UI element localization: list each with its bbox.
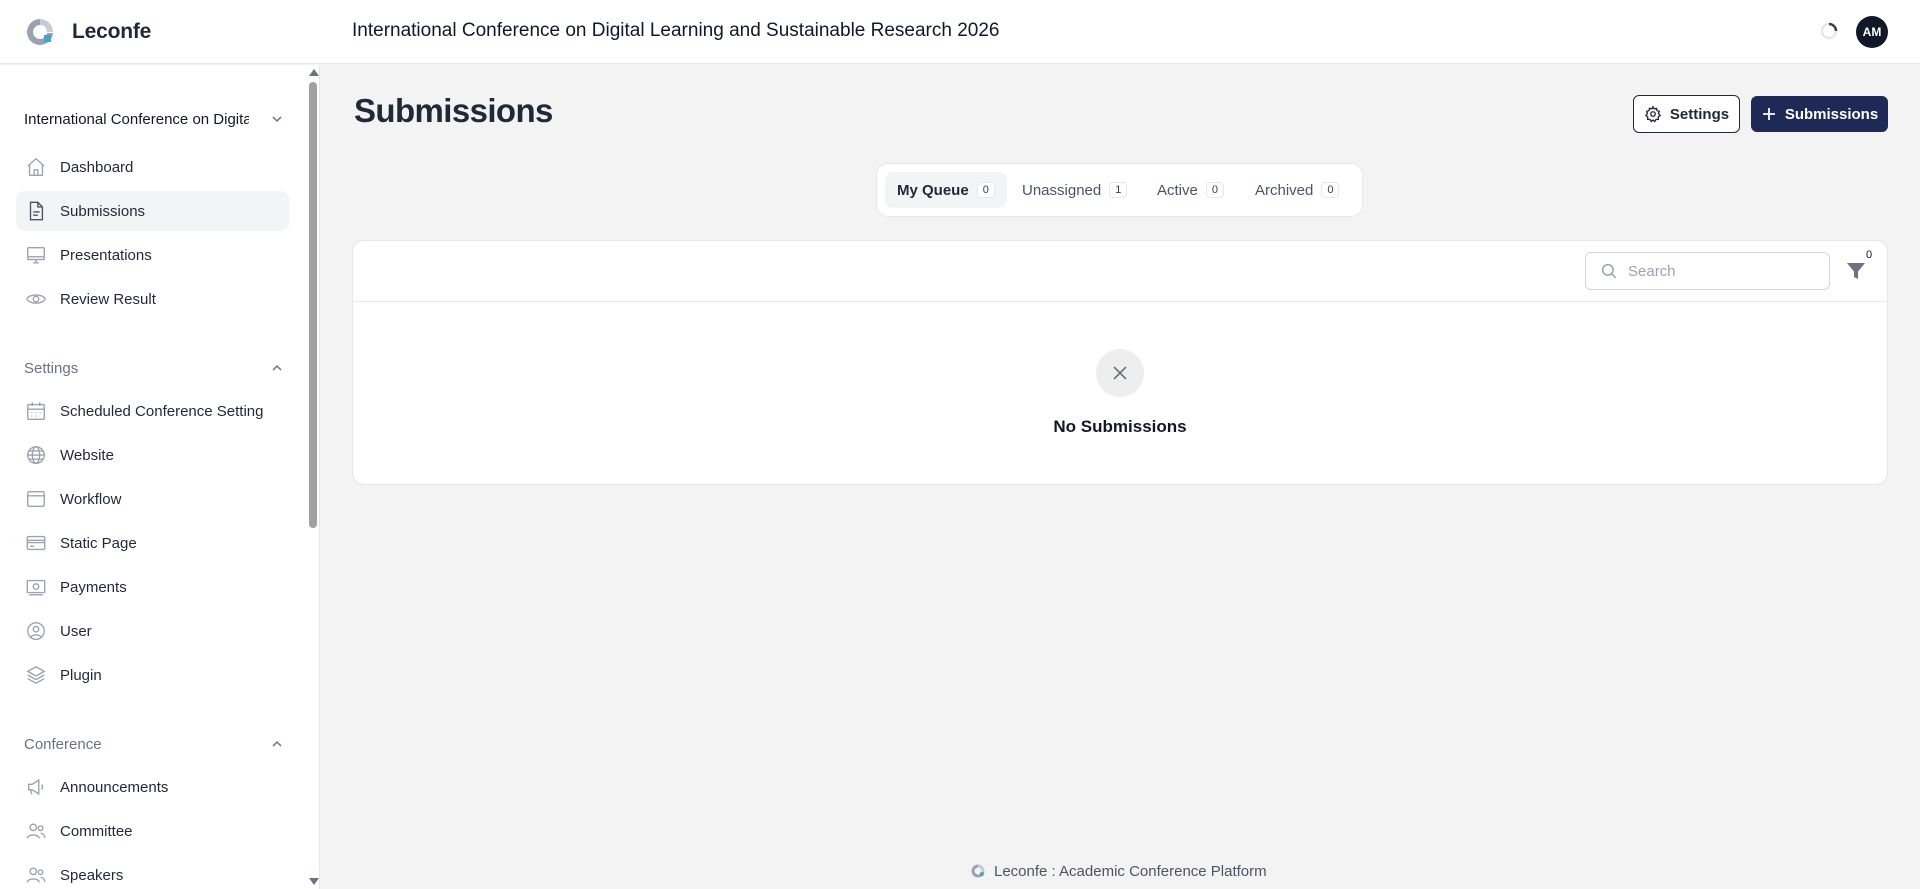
tab-unassigned[interactable]: Unassigned 1: [1010, 172, 1139, 208]
sidebar-item-announcements[interactable]: Announcements: [16, 767, 289, 807]
sidebar-group-label: Conference: [24, 735, 102, 753]
sidebar-item-submissions[interactable]: Submissions: [16, 191, 289, 231]
plus-icon: [1761, 106, 1777, 122]
top-bar: Leconfe International Conference on Digi…: [0, 0, 1920, 64]
sidebar-item-scheduled-conference-setting[interactable]: Scheduled Conference Setting: [16, 391, 289, 431]
tab-active[interactable]: Active 0: [1145, 172, 1236, 208]
tab-count-badge: 0: [1321, 182, 1340, 198]
leconfe-logo-icon: [971, 864, 985, 878]
sidebar-item-website[interactable]: Website: [16, 435, 289, 475]
calendar-icon: [24, 399, 48, 423]
sidebar-item-label: Presentations: [60, 246, 152, 264]
sidebar-item-label: Website: [60, 446, 114, 464]
sidebar-group-conference[interactable]: Conference: [24, 732, 284, 756]
megaphone-icon: [24, 775, 48, 799]
tab-archived[interactable]: Archived 0: [1243, 172, 1351, 208]
footer-text: Leconfe : Academic Conference Platform: [994, 862, 1267, 880]
eye-icon: [24, 287, 48, 311]
filter-icon[interactable]: [1844, 259, 1868, 283]
search-icon: [1600, 262, 1618, 280]
tab-count-badge: 1: [1109, 182, 1128, 198]
scroll-down-arrow-icon[interactable]: [309, 878, 319, 885]
sidebar: International Conference on Digital Lear…: [0, 65, 320, 889]
home-icon: [24, 155, 48, 179]
tab-label: Unassigned: [1022, 181, 1102, 199]
search-field[interactable]: [1585, 252, 1830, 290]
sidebar-item-label: Payments: [60, 578, 127, 596]
filter-count-badge: 0: [1866, 249, 1873, 261]
tab-count-badge: 0: [1205, 182, 1224, 198]
brand-name: Leconfe: [72, 20, 152, 43]
sidebar-item-dashboard[interactable]: Dashboard: [16, 147, 289, 187]
globe-icon: [24, 443, 48, 467]
sidebar-item-presentations[interactable]: Presentations: [16, 235, 289, 275]
user-circle-icon: [24, 619, 48, 643]
window-icon: [24, 487, 48, 511]
chevron-up-icon: [272, 364, 282, 371]
document-icon: [24, 199, 48, 223]
table-toolbar: 0: [353, 241, 1887, 302]
user-avatar[interactable]: AM: [1856, 16, 1888, 48]
tab-my-queue[interactable]: My Queue 0: [885, 172, 1007, 208]
gear-icon: [1644, 105, 1662, 123]
leconfe-logo-icon: [27, 19, 53, 45]
scroll-up-arrow-icon[interactable]: [309, 69, 319, 76]
settings-button[interactable]: Settings: [1633, 95, 1740, 133]
sidebar-group-label: Settings: [24, 359, 79, 377]
scrollbar-thumb[interactable]: [309, 82, 317, 528]
new-submission-button-label: Submissions: [1784, 105, 1879, 123]
monitor-icon: [24, 243, 48, 267]
sidebar-item-payments[interactable]: Payments: [16, 567, 289, 607]
chevron-down-icon: [272, 116, 282, 123]
sidebar-item-speakers[interactable]: Speakers: [16, 855, 289, 889]
submissions-table: 0 No Submissions: [352, 240, 1888, 485]
sidebar-item-review-result[interactable]: Review Result: [16, 279, 289, 319]
brand[interactable]: Leconfe: [24, 16, 151, 48]
sidebar-item-label: Workflow: [60, 490, 122, 508]
sidebar-item-label: Committee: [60, 822, 133, 840]
sidebar-item-label: Plugin: [60, 666, 102, 684]
sidebar-item-label: User: [60, 622, 92, 640]
tab-label: My Queue: [897, 181, 969, 199]
sidebar-group-settings[interactable]: Settings: [24, 356, 284, 380]
new-submission-button[interactable]: Submissions: [1751, 96, 1888, 132]
sidebar-item-label: Static Page: [60, 534, 137, 552]
tab-label: Active: [1157, 181, 1198, 199]
sidebar-item-label: Speakers: [60, 866, 124, 884]
layers-icon: [24, 663, 48, 687]
sidebar-item-committee[interactable]: Committee: [16, 811, 289, 851]
conference-selector[interactable]: International Conference on Digital Lear…: [24, 105, 284, 133]
empty-state-close-icon: [1096, 349, 1144, 397]
cash-icon: [24, 575, 48, 599]
chevron-up-icon: [272, 740, 282, 747]
sidebar-item-user[interactable]: User: [16, 611, 289, 651]
tab-count-badge: 0: [976, 182, 995, 198]
sidebar-item-label: Dashboard: [60, 158, 134, 176]
loading-spinner-icon: [1820, 22, 1838, 40]
footer: Leconfe : Academic Conference Platform: [970, 861, 1267, 881]
card-icon: [24, 531, 48, 555]
empty-state-message: No Submissions: [1053, 417, 1187, 436]
users-icon: [24, 819, 48, 843]
search-input[interactable]: [1628, 262, 1818, 280]
conference-selector-label: International Conference on Digital Lear…: [24, 110, 249, 128]
settings-button-label: Settings: [1669, 105, 1730, 123]
sidebar-item-label: Scheduled Conference Setting: [60, 402, 264, 420]
sidebar-item-label: Submissions: [60, 202, 146, 220]
sidebar-item-label: Review Result: [60, 290, 156, 308]
sidebar-item-static-page[interactable]: Static Page: [16, 523, 289, 563]
tab-label: Archived: [1255, 181, 1314, 199]
conference-title: International Conference on Digital Lear…: [352, 20, 1000, 41]
submission-tabs: My Queue 0 Unassigned 1 Active 0 Archive…: [876, 163, 1363, 217]
users-icon: [24, 863, 48, 887]
sidebar-item-label: Announcements: [60, 778, 169, 796]
sidebar-item-plugin[interactable]: Plugin: [16, 655, 289, 695]
page-title: Submissions: [354, 92, 553, 129]
sidebar-item-workflow[interactable]: Workflow: [16, 479, 289, 519]
sidebar-scrollbar[interactable]: [306, 65, 319, 889]
